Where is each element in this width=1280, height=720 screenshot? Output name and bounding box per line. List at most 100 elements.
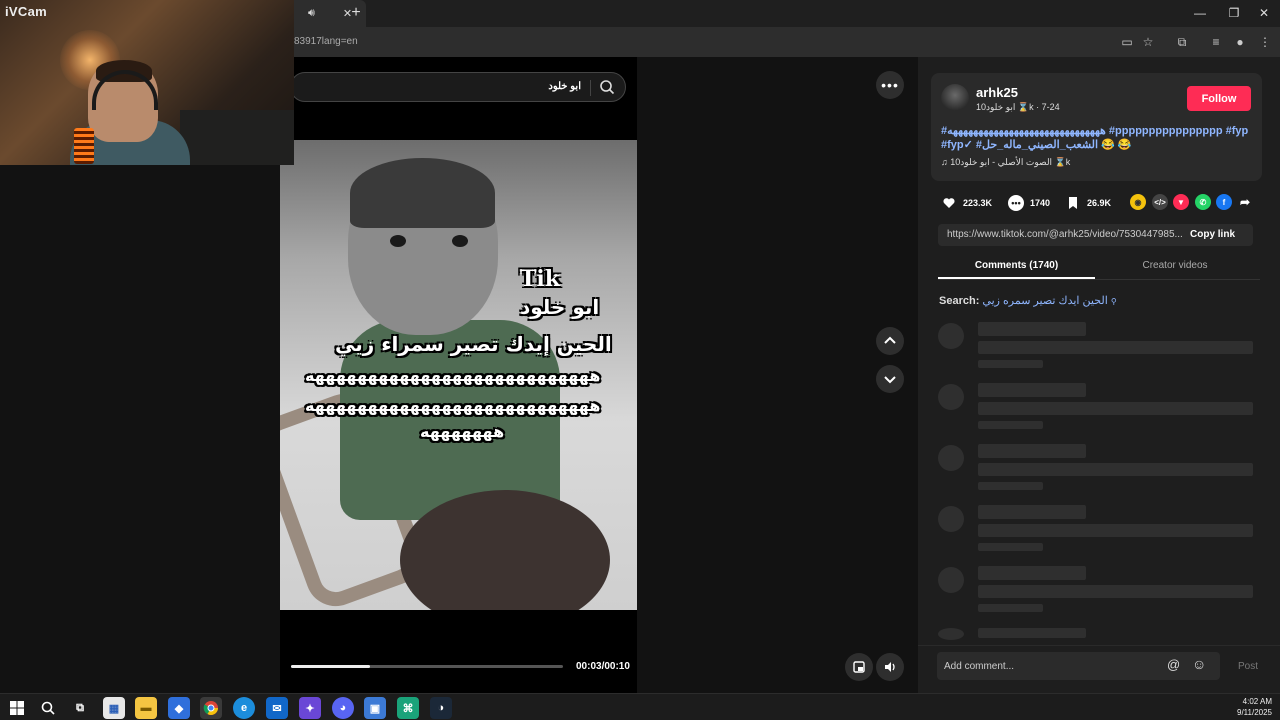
video-progress-fill <box>291 665 370 668</box>
caption-hashtags[interactable]: #ههههههههههههههههههههههههههههههه #pppppp… <box>941 125 1248 151</box>
bookmark-icon[interactable] <box>1065 195 1081 211</box>
url-field[interactable]: 83917lang=en <box>294 36 358 47</box>
start-icon[interactable] <box>6 697 28 719</box>
copilot-icon[interactable]: ◆ <box>168 697 190 719</box>
profile-icon[interactable]: ● <box>1231 33 1249 51</box>
skeleton-line <box>978 604 1043 612</box>
skeleton-avatar <box>938 445 964 471</box>
video-progress-bar[interactable] <box>291 665 563 668</box>
video-link-url[interactable]: https://www.tiktok.com/@arhk25/video/753… <box>947 229 1187 240</box>
comment-placeholder: Add comment... <box>944 661 1015 672</box>
skeleton-line <box>978 383 1086 397</box>
mention-icon[interactable]: @ <box>1167 657 1180 672</box>
windows-taskbar: ⧉ ▦ ▬ ◆ e ✉ ✦ ◕ ▣ ⌘ ◑ 4:02 AM 9/11/2025 <box>0 693 1280 720</box>
facebook-icon[interactable]: f <box>1216 194 1232 210</box>
video-time: 00:03/00:10 <box>576 661 630 672</box>
emoji-icon[interactable]: ☺ <box>1192 656 1206 672</box>
embed-icon[interactable]: </> <box>1152 194 1168 210</box>
save-count: 26.9K <box>1087 198 1112 208</box>
clock-date: 9/11/2025 <box>1237 708 1272 717</box>
search-icon[interactable] <box>37 697 59 719</box>
author-username[interactable]: arhk25 <box>976 85 1018 100</box>
ivcam-label: iVCam <box>5 4 47 19</box>
task-view-icon[interactable]: ⧉ <box>69 697 91 719</box>
close-window-button[interactable]: ✕ <box>1249 0 1279 27</box>
more-options-button[interactable]: ••• <box>876 71 904 99</box>
overlay-tik: Tik <box>520 266 560 292</box>
whatsapp-icon[interactable]: ✆ <box>1195 194 1211 210</box>
skeleton-line <box>978 482 1043 490</box>
restore-button[interactable]: ❐ <box>1219 0 1249 27</box>
search-divider <box>590 80 591 96</box>
follow-button[interactable]: Follow <box>1187 86 1251 111</box>
discord-icon[interactable]: ◕ <box>332 697 354 719</box>
search-icon[interactable] <box>599 79 615 95</box>
skeleton-avatar <box>938 567 964 593</box>
heart-icon[interactable] <box>941 195 957 211</box>
new-tab-button[interactable]: + <box>346 4 366 24</box>
comment-stat[interactable]: ••• 1740 <box>1008 195 1050 211</box>
overlay-line3: هههههههههههههههههههههههههههه <box>305 396 601 415</box>
related-search[interactable]: Search: الحين ايدك تصير سمره زيي ⚲ <box>939 294 1117 307</box>
mute-button[interactable] <box>876 653 904 681</box>
volume-icon <box>885 662 895 672</box>
heater <box>74 128 94 164</box>
chevron-up-icon <box>884 336 896 344</box>
skeleton-line <box>978 543 1043 551</box>
speaker-icon[interactable]: 🔊︎ <box>308 7 315 20</box>
bookmark-star-icon[interactable]: ☆ <box>1139 33 1157 51</box>
skeleton-line <box>978 360 1043 368</box>
copy-link-button[interactable]: Copy link <box>1190 229 1235 240</box>
tab-comments[interactable]: Comments (1740) <box>938 260 1095 271</box>
magnifier-icon: ⚲ <box>1110 297 1117 306</box>
chevron-down-icon <box>884 376 896 384</box>
pip-icon <box>853 661 865 673</box>
like-stat[interactable]: 223.3K <box>941 195 992 211</box>
menu-kebab-icon[interactable]: ⋮ <box>1256 33 1274 51</box>
left-dark-area <box>0 165 280 693</box>
tab-creator-videos[interactable]: Creator videos <box>1095 260 1255 271</box>
store-icon[interactable]: ▦ <box>103 697 125 719</box>
coin-share-icon[interactable]: ◉ <box>1130 194 1146 210</box>
music-label[interactable]: ♫ الصوت الأصلي - ابو خلود10 ⌛k <box>941 157 1070 168</box>
share-arrow-icon[interactable]: ➦ <box>1237 194 1253 210</box>
install-app-icon[interactable]: ▭ <box>1118 33 1136 51</box>
skeleton-avatar <box>938 384 964 410</box>
webcam-overlay: iVCam <box>0 0 294 165</box>
file-explorer-icon[interactable]: ▬ <box>135 697 157 719</box>
edge-icon[interactable]: e <box>233 697 255 719</box>
mail-icon[interactable]: ✉ <box>266 697 288 719</box>
kid-eye-left <box>390 235 406 247</box>
active-tab-indicator <box>938 277 1095 279</box>
monitor <box>180 110 294 165</box>
skeleton-line <box>978 524 1253 537</box>
next-video-button[interactable] <box>876 365 904 393</box>
post-button[interactable]: Post <box>1238 661 1258 672</box>
picture-in-picture-button[interactable] <box>845 653 873 681</box>
media-control-icon[interactable]: ≡ <box>1207 33 1225 51</box>
search-input[interactable]: ابو خلود <box>290 72 626 102</box>
kid-eye-right <box>452 235 468 247</box>
chrome-icon[interactable] <box>200 697 222 719</box>
save-stat[interactable]: 26.9K <box>1065 195 1111 211</box>
device-app-icon[interactable]: ▣ <box>364 697 386 719</box>
skeleton-avatar <box>938 628 964 640</box>
avatar[interactable] <box>941 84 969 112</box>
copilot-app-icon[interactable]: ✦ <box>299 697 321 719</box>
overlay-line4: هههههههه <box>420 422 505 441</box>
skeleton-line <box>978 585 1253 598</box>
video-frame[interactable]: Tik ابو خلود الحين إيدك تصير سمراء زيي ه… <box>280 140 637 610</box>
related-search-query[interactable]: الحين ايدك تصير سمره زيي <box>982 295 1107 307</box>
minimize-button[interactable]: — <box>1185 0 1215 27</box>
skeleton-line <box>978 463 1253 476</box>
skeleton-avatar <box>938 323 964 349</box>
extensions-icon[interactable]: ⧉ <box>1173 33 1191 51</box>
steam-icon[interactable]: ◑ <box>430 697 452 719</box>
system-clock[interactable]: 4:02 AM 9/11/2025 <box>1237 696 1272 718</box>
send-share-icon[interactable]: ▼ <box>1173 194 1189 210</box>
comment-bubble-icon[interactable]: ••• <box>1008 195 1024 211</box>
search-value: ابو خلود <box>548 81 581 92</box>
capcut-icon[interactable]: ⌘ <box>397 697 419 719</box>
related-search-prefix: Search: <box>939 295 980 307</box>
previous-video-button[interactable] <box>876 327 904 355</box>
